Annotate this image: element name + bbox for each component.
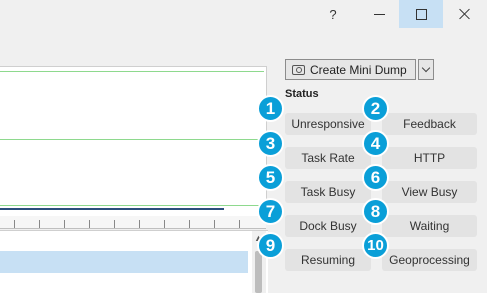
callout-badge: 4 — [362, 130, 389, 157]
grid-line — [0, 71, 264, 72]
status-button-label: Task Rate — [301, 151, 355, 165]
ruler-tick — [114, 220, 115, 228]
maximize-button[interactable] — [399, 0, 443, 28]
status-button-resuming[interactable]: Resuming — [285, 249, 371, 271]
callout-badge: 8 — [362, 198, 389, 225]
ruler-tick — [139, 220, 140, 228]
grid-line — [0, 139, 264, 140]
scroll-thumb[interactable] — [255, 251, 262, 293]
series-line — [0, 208, 224, 210]
callout-badge: 1 — [257, 95, 284, 122]
close-button[interactable] — [443, 0, 487, 28]
status-button-unresponsive[interactable]: Unresponsive — [285, 113, 371, 135]
status-heading: Status — [285, 88, 319, 100]
status-button-task-busy[interactable]: Task Busy — [285, 181, 371, 203]
close-icon — [459, 8, 471, 20]
camera-icon — [292, 64, 305, 75]
status-button-label: Unresponsive — [291, 117, 365, 131]
status-button-view-busy[interactable]: View Busy — [382, 181, 477, 203]
callout-badge: 2 — [362, 95, 389, 122]
ruler-tick — [14, 220, 15, 228]
callout-badge: 3 — [257, 130, 284, 157]
create-mini-dump-label: Create Mini Dump — [310, 62, 407, 77]
ruler-tick — [189, 220, 190, 228]
status-button-label: Task Busy — [300, 185, 356, 199]
callout-badge: 6 — [362, 164, 389, 191]
status-button-label: View Busy — [401, 185, 458, 199]
status-button-dock-busy[interactable]: Dock Busy — [285, 215, 371, 237]
ruler-tick — [164, 220, 165, 228]
grid-line — [0, 205, 264, 206]
ruler-tick — [214, 220, 215, 228]
create-mini-dump-button[interactable]: Create Mini Dump — [285, 59, 416, 80]
callout-badge: 10 — [362, 232, 389, 259]
ruler-tick — [64, 220, 65, 228]
callout-badge: 9 — [257, 232, 284, 259]
status-button-http[interactable]: HTTP — [382, 147, 477, 169]
time-ruler — [0, 216, 266, 229]
list-panel: ▲ — [0, 230, 268, 293]
minimize-icon — [373, 13, 385, 15]
title-bar: ? — [0, 0, 487, 30]
chart-panel — [0, 66, 267, 217]
maximize-icon — [415, 8, 427, 20]
mini-dump-dropdown-button[interactable] — [418, 59, 434, 80]
callout-badge: 5 — [257, 164, 284, 191]
status-button-task-rate[interactable]: Task Rate — [285, 147, 371, 169]
help-button[interactable]: ? — [311, 0, 355, 28]
chevron-down-icon — [421, 63, 431, 73]
callout-badge: 7 — [257, 198, 284, 225]
status-button-label: Resuming — [300, 253, 356, 267]
ruler-tick — [39, 220, 40, 228]
status-button-label: Geoprocessing — [389, 253, 470, 267]
status-button-label: Waiting — [409, 219, 450, 233]
status-button-geoprocessing[interactable]: Geoprocessing — [382, 249, 477, 271]
minimize-button[interactable] — [357, 0, 401, 28]
status-button-label: Dock Busy — [299, 219, 357, 233]
help-label: ? — [329, 6, 337, 22]
ruler-tick — [239, 220, 240, 228]
status-button-waiting[interactable]: Waiting — [382, 215, 477, 237]
ruler-tick — [89, 220, 90, 228]
status-button-label: Feedback — [403, 117, 456, 131]
status-button-label: HTTP — [413, 151, 446, 165]
list-item-selected[interactable] — [0, 251, 248, 273]
status-button-feedback[interactable]: Feedback — [382, 113, 477, 135]
